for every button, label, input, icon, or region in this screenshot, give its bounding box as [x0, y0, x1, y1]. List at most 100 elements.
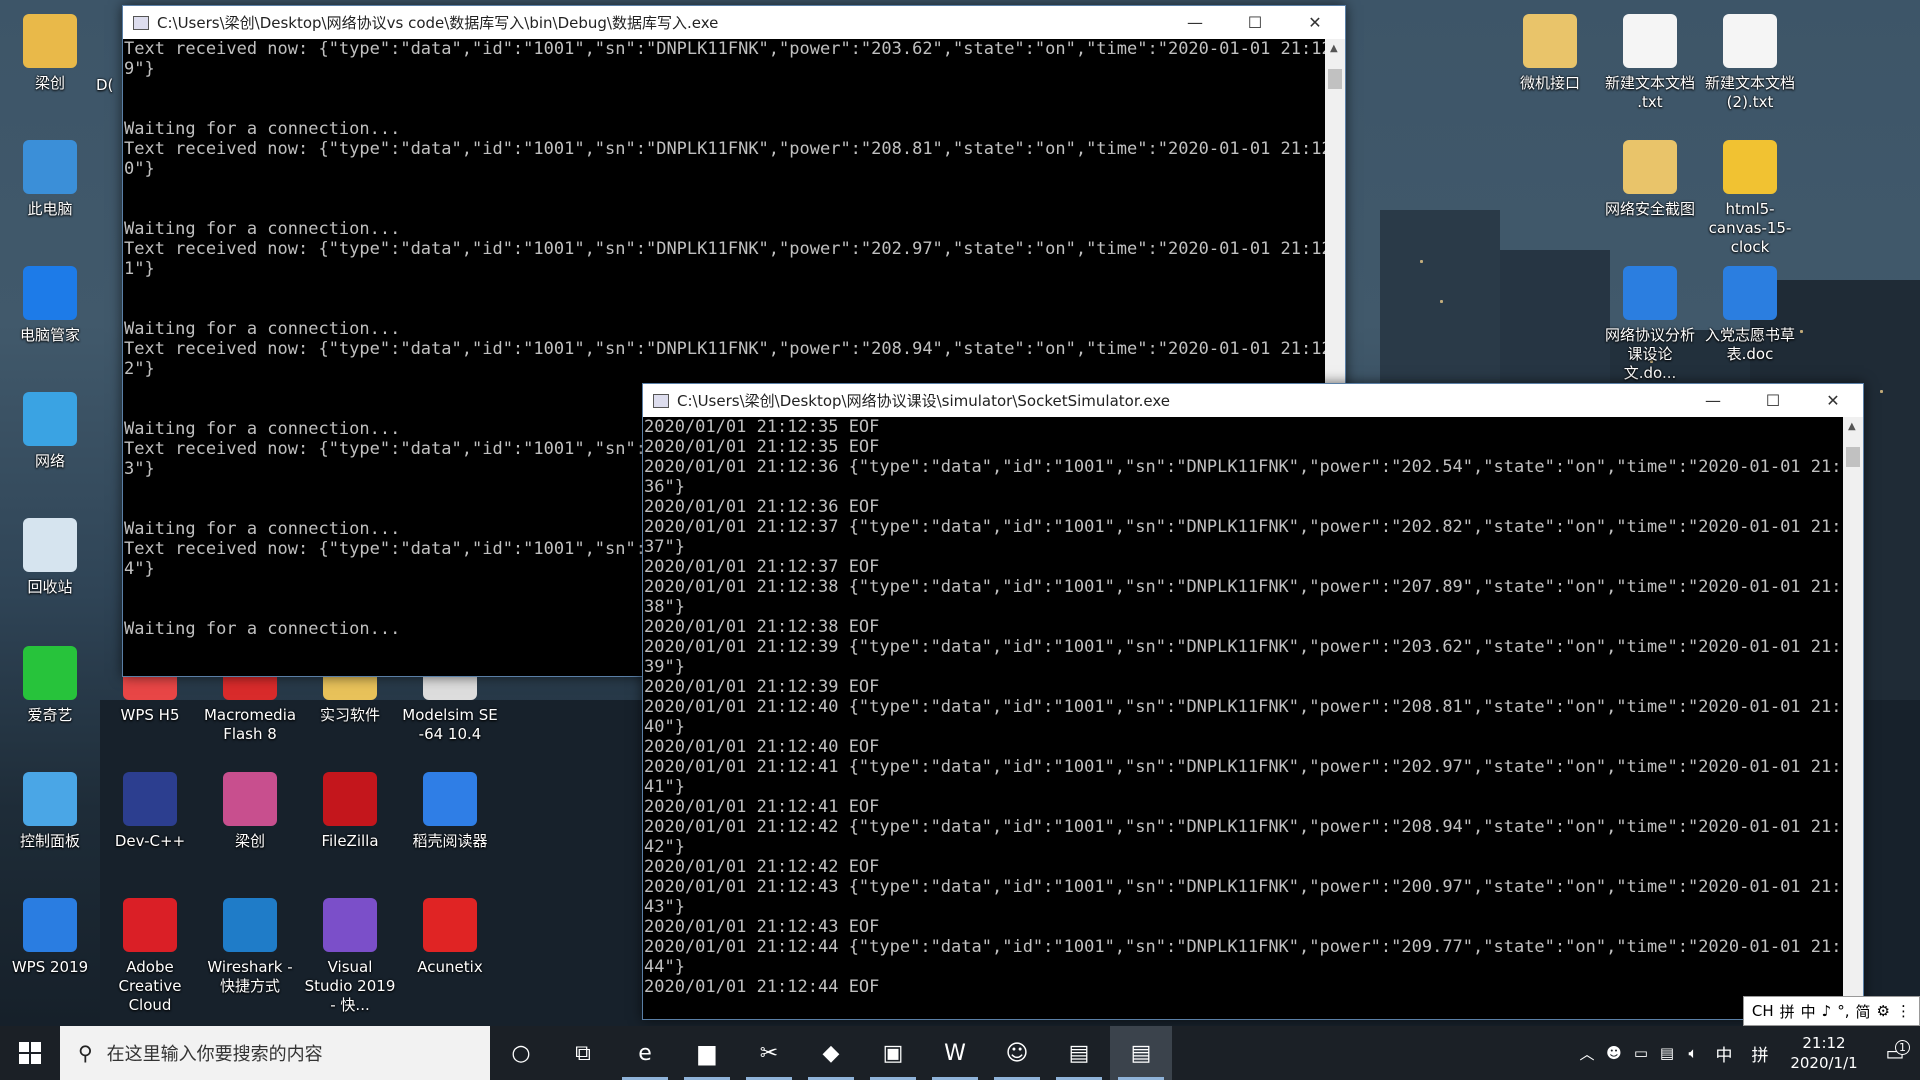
desktop-icon[interactable]: Acunetix: [402, 898, 498, 977]
battery-icon[interactable]: ▭: [1628, 1044, 1654, 1062]
clock-date: 2020/1/1: [1790, 1054, 1858, 1072]
folder-icon: [1523, 14, 1577, 68]
desktop-icon[interactable]: 梁创: [202, 772, 298, 851]
wps-icon: [23, 898, 77, 952]
window-titlebar[interactable]: C:\Users\梁创\Desktop\网络协议vs code\数据库写入\bi…: [123, 6, 1345, 39]
console-app-icon: [653, 393, 669, 408]
desktop-icon[interactable]: 控制面板: [2, 772, 98, 851]
desktop-icon-label: WPS 2019: [11, 958, 89, 976]
console-line: 2020/01/01 21:12:40 {"type":"data","id":…: [644, 697, 1843, 717]
console-line: 2020/01/01 21:12:35 EOF: [644, 437, 880, 457]
edge-icon[interactable]: e: [614, 1026, 676, 1080]
window-title: C:\Users\梁创\Desktop\网络协议课设\simulator\Soc…: [677, 392, 1171, 410]
qq-icon[interactable]: ☺: [986, 1026, 1048, 1080]
desktop-icon[interactable]: 网络: [2, 392, 98, 471]
maximize-button[interactable]: ☐: [1225, 6, 1285, 39]
scroll-up-arrow-icon[interactable]: ▲: [1330, 43, 1338, 54]
console-window-icon[interactable]: ▤: [1048, 1026, 1110, 1080]
visual-studio-icon[interactable]: ◆: [800, 1026, 862, 1080]
desktop-icon[interactable]: Adobe Creative Cloud: [102, 898, 198, 1015]
qq-tray-icon[interactable]: ☻: [1600, 1044, 1628, 1062]
show-hidden-icons-chevron-icon[interactable]: ︿: [1574, 1043, 1600, 1064]
desktop-icon[interactable]: 电脑管家: [2, 266, 98, 345]
console-line: 2020/01/01 21:12:41 EOF: [644, 797, 880, 817]
ime-toolbar-item[interactable]: ⚙: [1877, 1002, 1890, 1020]
notification-count: 1: [1895, 1040, 1910, 1055]
desktop-icon[interactable]: 新建文本文档 .txt: [1602, 14, 1698, 112]
console-line: 9"}: [124, 59, 155, 79]
desktop-icon[interactable]: 回收站: [2, 518, 98, 597]
desktop-icon[interactable]: FileZilla: [302, 772, 398, 851]
console-app-icon: [133, 15, 149, 30]
desktop-icon-label: 稻壳阅读器: [412, 832, 488, 850]
search-box[interactable]: ⚲ 在这里输入你要搜索的内容: [60, 1026, 490, 1080]
start-button[interactable]: [0, 1026, 60, 1080]
ime-toolbar-item[interactable]: 简: [1856, 1001, 1871, 1022]
desktop-icon[interactable]: 网络协议分析课设论文.do...: [1602, 266, 1698, 383]
wps-icon[interactable]: W: [924, 1026, 986, 1080]
desktop-icon[interactable]: 入党志愿书草表.doc: [1702, 266, 1798, 364]
desktop-icon-label: 微机接口: [1519, 74, 1580, 92]
desktop-icon-label: 入党志愿书草表.doc: [1704, 326, 1795, 363]
desktop-icon[interactable]: 爱奇艺: [2, 646, 98, 725]
desktop-icon[interactable]: Dev-C++: [102, 772, 198, 851]
ime-toolbar-item[interactable]: CH: [1752, 1002, 1774, 1020]
image-editor-icon[interactable]: ▣: [862, 1026, 924, 1080]
desktop-icon[interactable]: 网络安全截图: [1602, 140, 1698, 219]
desktop-icon[interactable]: 梁创: [2, 14, 98, 93]
clock[interactable]: 21:12 2020/1/1: [1778, 1033, 1870, 1073]
ime-toolbar[interactable]: CH 拼中 ♪ °, 简 ⚙ ⋮: [1742, 996, 1920, 1026]
console-line: Waiting for a connection...: [124, 219, 401, 239]
console-line: 2020/01/01 21:12:44 EOF: [644, 977, 880, 997]
desktop-icon[interactable]: Visual Studio 2019 - 快...: [302, 898, 398, 1015]
file-explorer-icon[interactable]: ▆: [676, 1026, 738, 1080]
control-panel-icon: [23, 772, 77, 826]
ime-toolbar-item[interactable]: ⋮: [1896, 1002, 1911, 1020]
folder-icon: [1623, 140, 1677, 194]
cortana-icon[interactable]: ○: [490, 1026, 552, 1080]
close-button[interactable]: ✕: [1285, 6, 1345, 39]
desktop-icon[interactable]: html5-canvas-15-clock: [1702, 140, 1798, 257]
ime-toolbar-item[interactable]: 拼: [1780, 1001, 1795, 1022]
scrollbar-thumb[interactable]: [1328, 69, 1342, 89]
tools-icon[interactable]: ✂: [738, 1026, 800, 1080]
volume-icon[interactable]: 🔈︎: [1680, 1044, 1706, 1062]
window-titlebar[interactable]: C:\Users\梁创\Desktop\网络协议课设\simulator\Soc…: [643, 384, 1863, 417]
console-line: 2020/01/01 21:12:38 {"type":"data","id":…: [644, 577, 1843, 597]
desktop-icon[interactable]: 此电脑: [2, 140, 98, 219]
ime-toolbar-item[interactable]: °,: [1837, 1002, 1849, 1020]
desktop-icon-label: WPS H5: [120, 706, 180, 724]
console-line: Text received now: {"type":"data","id":"…: [124, 339, 1325, 359]
desktop-icon[interactable]: 稻壳阅读器: [402, 772, 498, 851]
console-window-socket-simulator[interactable]: C:\Users\梁创\Desktop\网络协议课设\simulator\Soc…: [642, 383, 1864, 1020]
close-button[interactable]: ✕: [1803, 384, 1863, 417]
window-title: C:\Users\梁创\Desktop\网络协议vs code\数据库写入\bi…: [157, 14, 719, 32]
scrollbar-thumb[interactable]: [1846, 447, 1860, 467]
minimize-button[interactable]: —: [1165, 6, 1225, 39]
minimize-button[interactable]: —: [1683, 384, 1743, 417]
desktop-icon-label: 回收站: [27, 578, 73, 596]
visual-studio-icon: [323, 898, 377, 952]
desktop-icon[interactable]: 新建文本文档 (2).txt: [1702, 14, 1798, 112]
ime-layout-indicator[interactable]: 拼: [1742, 1041, 1778, 1066]
desktop-icon[interactable]: WPS 2019: [2, 898, 98, 977]
ime-toolbar-item[interactable]: ♪: [1822, 1002, 1832, 1020]
task-view-icon[interactable]: ⧉: [552, 1026, 614, 1080]
scroll-up-arrow-icon[interactable]: ▲: [1848, 421, 1856, 432]
ime-toolbar-item[interactable]: 中: [1801, 1001, 1816, 1022]
maximize-button[interactable]: ☐: [1743, 384, 1803, 417]
desktop-icon[interactable]: 微机接口: [1502, 14, 1598, 93]
desktop-icon-label: html5-canvas-15-clock: [1708, 200, 1792, 256]
console-window-icon[interactable]: ▤: [1110, 1026, 1172, 1080]
notification-center-button[interactable]: ▭ 1: [1870, 1040, 1920, 1065]
winrar-icon: [223, 772, 277, 826]
network-icon[interactable]: ▤: [1654, 1044, 1680, 1062]
ime-mode-indicator[interactable]: 中: [1706, 1041, 1742, 1066]
vertical-scrollbar[interactable]: ▲: [1843, 417, 1863, 1019]
desktop-icon[interactable]: Wireshark - 快捷方式: [202, 898, 298, 996]
